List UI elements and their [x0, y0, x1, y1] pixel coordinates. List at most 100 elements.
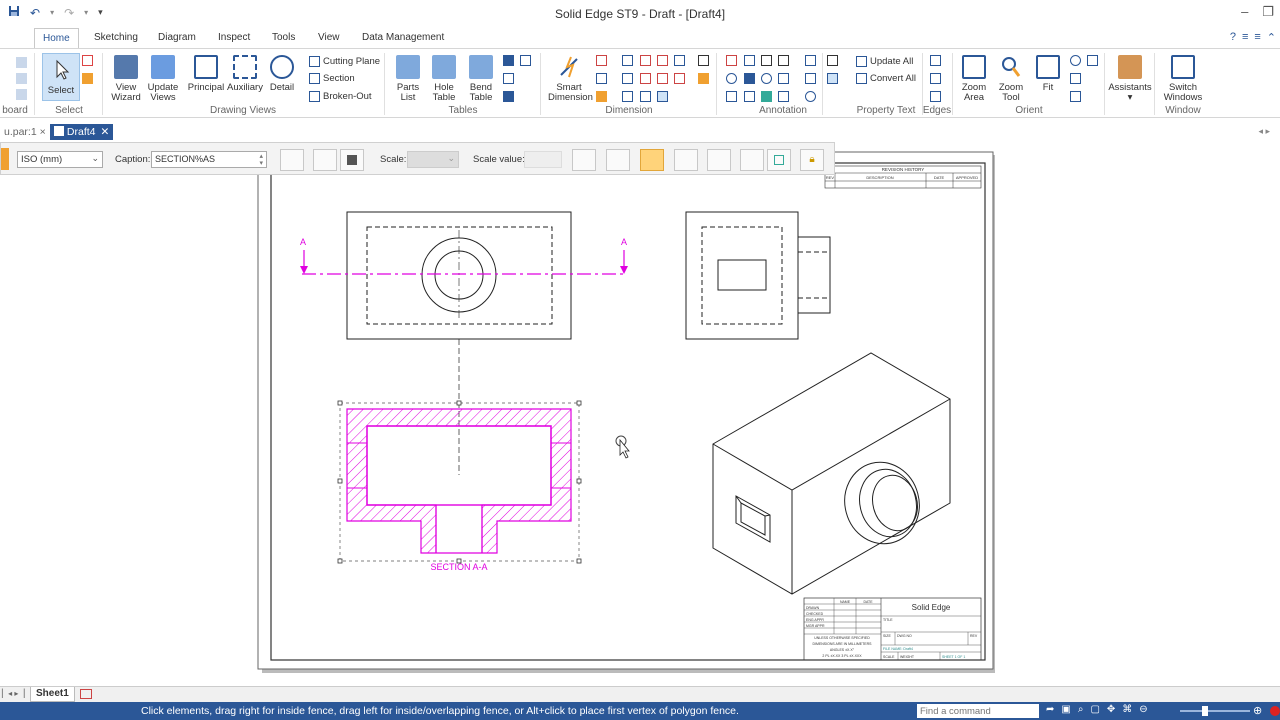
dim-tool-14-icon[interactable]	[657, 91, 668, 102]
ann-tool-6-icon[interactable]	[726, 73, 737, 84]
dim-tool-15-icon[interactable]	[698, 55, 709, 66]
dim-tool-11-icon[interactable]	[596, 91, 607, 102]
record-icon[interactable]	[1270, 706, 1280, 716]
ann-tool-3-icon[interactable]	[761, 55, 772, 66]
drawing-sheet[interactable]: REVISION HISTORY REV DESCRIPTION DATE AP…	[0, 140, 1280, 686]
help-icon[interactable]: ?	[1230, 31, 1236, 44]
orient-1-icon[interactable]	[1070, 55, 1081, 66]
dim-tool-1-icon[interactable]	[596, 55, 607, 66]
status-pan-icon[interactable]: ✥	[1107, 704, 1115, 715]
fit-button[interactable]: Fit	[1034, 55, 1062, 93]
edges-3-icon[interactable]	[930, 91, 941, 102]
dim-tool-12-icon[interactable]	[622, 91, 633, 102]
command-go-icon[interactable]: ➦	[1046, 704, 1054, 715]
status-zoom-out-icon[interactable]: ⊖	[1139, 704, 1147, 715]
ann-tool-4-icon[interactable]	[778, 55, 789, 66]
dim-tool-8-icon[interactable]	[640, 73, 651, 84]
command-bar-handle[interactable]	[1, 148, 9, 170]
minimize-icon[interactable]: –	[1241, 4, 1248, 20]
close-icon[interactable]: ×	[40, 126, 46, 138]
zoom-tool-button[interactable]: Zoom Tool	[995, 55, 1027, 103]
minimize-ribbon-icon[interactable]: ⌃	[1267, 31, 1276, 44]
ann-tool-15-icon[interactable]	[805, 91, 816, 102]
zoom-slider[interactable]	[1180, 706, 1250, 716]
status-view-icon[interactable]: ⌘	[1122, 704, 1132, 715]
tab-view[interactable]: View	[310, 28, 348, 48]
cmd-option-7-button[interactable]	[767, 149, 791, 171]
cmd-option-5-button[interactable]	[707, 149, 731, 171]
select-filter-icon[interactable]	[82, 55, 93, 66]
paste-format-icon[interactable]	[16, 89, 27, 100]
section-button[interactable]: Section	[309, 73, 355, 84]
dim-tool-4-icon[interactable]	[657, 55, 668, 66]
prop-text-1-icon[interactable]	[827, 55, 838, 66]
copy-icon[interactable]	[16, 73, 27, 84]
standard-select[interactable]: ISO (mm) ⌄	[17, 151, 103, 168]
broken-out-button[interactable]: Broken-Out	[309, 91, 372, 102]
cmd-option-3-button[interactable]	[640, 149, 664, 171]
caption-spin-icon[interactable]: ▴ ▾	[259, 153, 263, 167]
tab-data-management[interactable]: Data Management	[354, 28, 452, 48]
select-button[interactable]: Select	[42, 53, 80, 101]
dim-tool-3-icon[interactable]	[640, 55, 651, 66]
update-views-button[interactable]: Update Views	[145, 55, 181, 103]
status-zoom-area-icon[interactable]: ▣	[1061, 704, 1070, 715]
ann-tool-2-icon[interactable]	[744, 55, 755, 66]
new-sheet-icon[interactable]	[80, 689, 92, 699]
tab-inspect[interactable]: Inspect	[210, 28, 258, 48]
dim-tool-16-icon[interactable]	[698, 73, 709, 84]
caption-input[interactable]: SECTION%AS ▴ ▾	[151, 151, 267, 168]
ann-tool-12-icon[interactable]	[744, 91, 755, 102]
auxiliary-button[interactable]: Auxiliary	[226, 55, 264, 93]
detail-button[interactable]: Detail	[266, 55, 298, 93]
tab-sketching[interactable]: Sketching	[86, 28, 146, 48]
ann-tool-8-icon[interactable]	[761, 73, 772, 84]
cut-icon[interactable]	[16, 57, 27, 68]
ann-tool-14-icon[interactable]	[778, 91, 789, 102]
zoom-area-button[interactable]: Zoom Area	[958, 55, 990, 103]
convert-all-button[interactable]: Convert All	[856, 73, 916, 84]
table-tool-4-icon[interactable]	[503, 91, 514, 102]
dim-tool-10-icon[interactable]	[674, 73, 685, 84]
cmd-option-6-button[interactable]	[740, 149, 764, 171]
orient-3-icon[interactable]	[1070, 73, 1081, 84]
drawing-canvas[interactable]: REVISION HISTORY REV DESCRIPTION DATE AP…	[0, 140, 1280, 686]
status-fit-icon[interactable]: ▢	[1090, 704, 1099, 715]
options-icon[interactable]: ≡	[1254, 31, 1260, 44]
ann-tool-13-icon[interactable]	[761, 91, 772, 102]
docs-icon[interactable]: ≡	[1242, 31, 1248, 44]
switch-windows-button[interactable]: Switch Windows	[1158, 55, 1208, 103]
dim-tool-5-icon[interactable]	[674, 55, 685, 66]
orient-2-icon[interactable]	[1087, 55, 1098, 66]
table-tool-1-icon[interactable]	[503, 55, 514, 66]
principal-button[interactable]: Principal	[187, 55, 225, 93]
ann-tool-1-icon[interactable]	[726, 55, 737, 66]
assistants-button[interactable]: Assistants ▾	[1108, 55, 1152, 103]
sheet-nav-icons[interactable]: ▏◂ ▸▕	[2, 689, 25, 698]
cmd-option-1-button[interactable]	[572, 149, 596, 171]
dim-tool-2-icon[interactable]	[622, 55, 633, 66]
edges-1-icon[interactable]	[930, 55, 941, 66]
dim-tool-13-icon[interactable]	[640, 91, 651, 102]
table-tool-2-icon[interactable]	[520, 55, 531, 66]
zoom-slider-thumb[interactable]	[1202, 706, 1208, 716]
status-zoom-icon[interactable]: ⌕	[1078, 704, 1084, 715]
ann-tool-9-icon[interactable]	[778, 73, 789, 84]
dim-tool-7-icon[interactable]	[622, 73, 633, 84]
ann-tool-11-icon[interactable]	[726, 91, 737, 102]
dim-tool-6-icon[interactable]	[596, 73, 607, 84]
hole-table-button[interactable]: Hole Table	[428, 55, 460, 103]
ann-tool-5-icon[interactable]	[805, 55, 816, 66]
restore-icon[interactable]: ❐	[1262, 4, 1274, 20]
scale-value-input[interactable]	[524, 151, 562, 168]
doc-tab-draft4[interactable]: Draft4 ✕	[50, 124, 114, 140]
scale-select[interactable]: ⌄	[407, 151, 459, 168]
tab-diagram[interactable]: Diagram	[150, 28, 204, 48]
smart-dimension-button[interactable]: Smart Dimension	[548, 55, 593, 103]
view-wizard-button[interactable]: View Wizard	[108, 55, 144, 103]
orient-4-icon[interactable]	[1070, 91, 1081, 102]
bend-table-button[interactable]: Bend Table	[465, 55, 497, 103]
tab-home[interactable]: Home	[34, 28, 79, 48]
prop-text-2-icon[interactable]	[827, 73, 838, 84]
find-command-input[interactable]	[917, 704, 1039, 718]
